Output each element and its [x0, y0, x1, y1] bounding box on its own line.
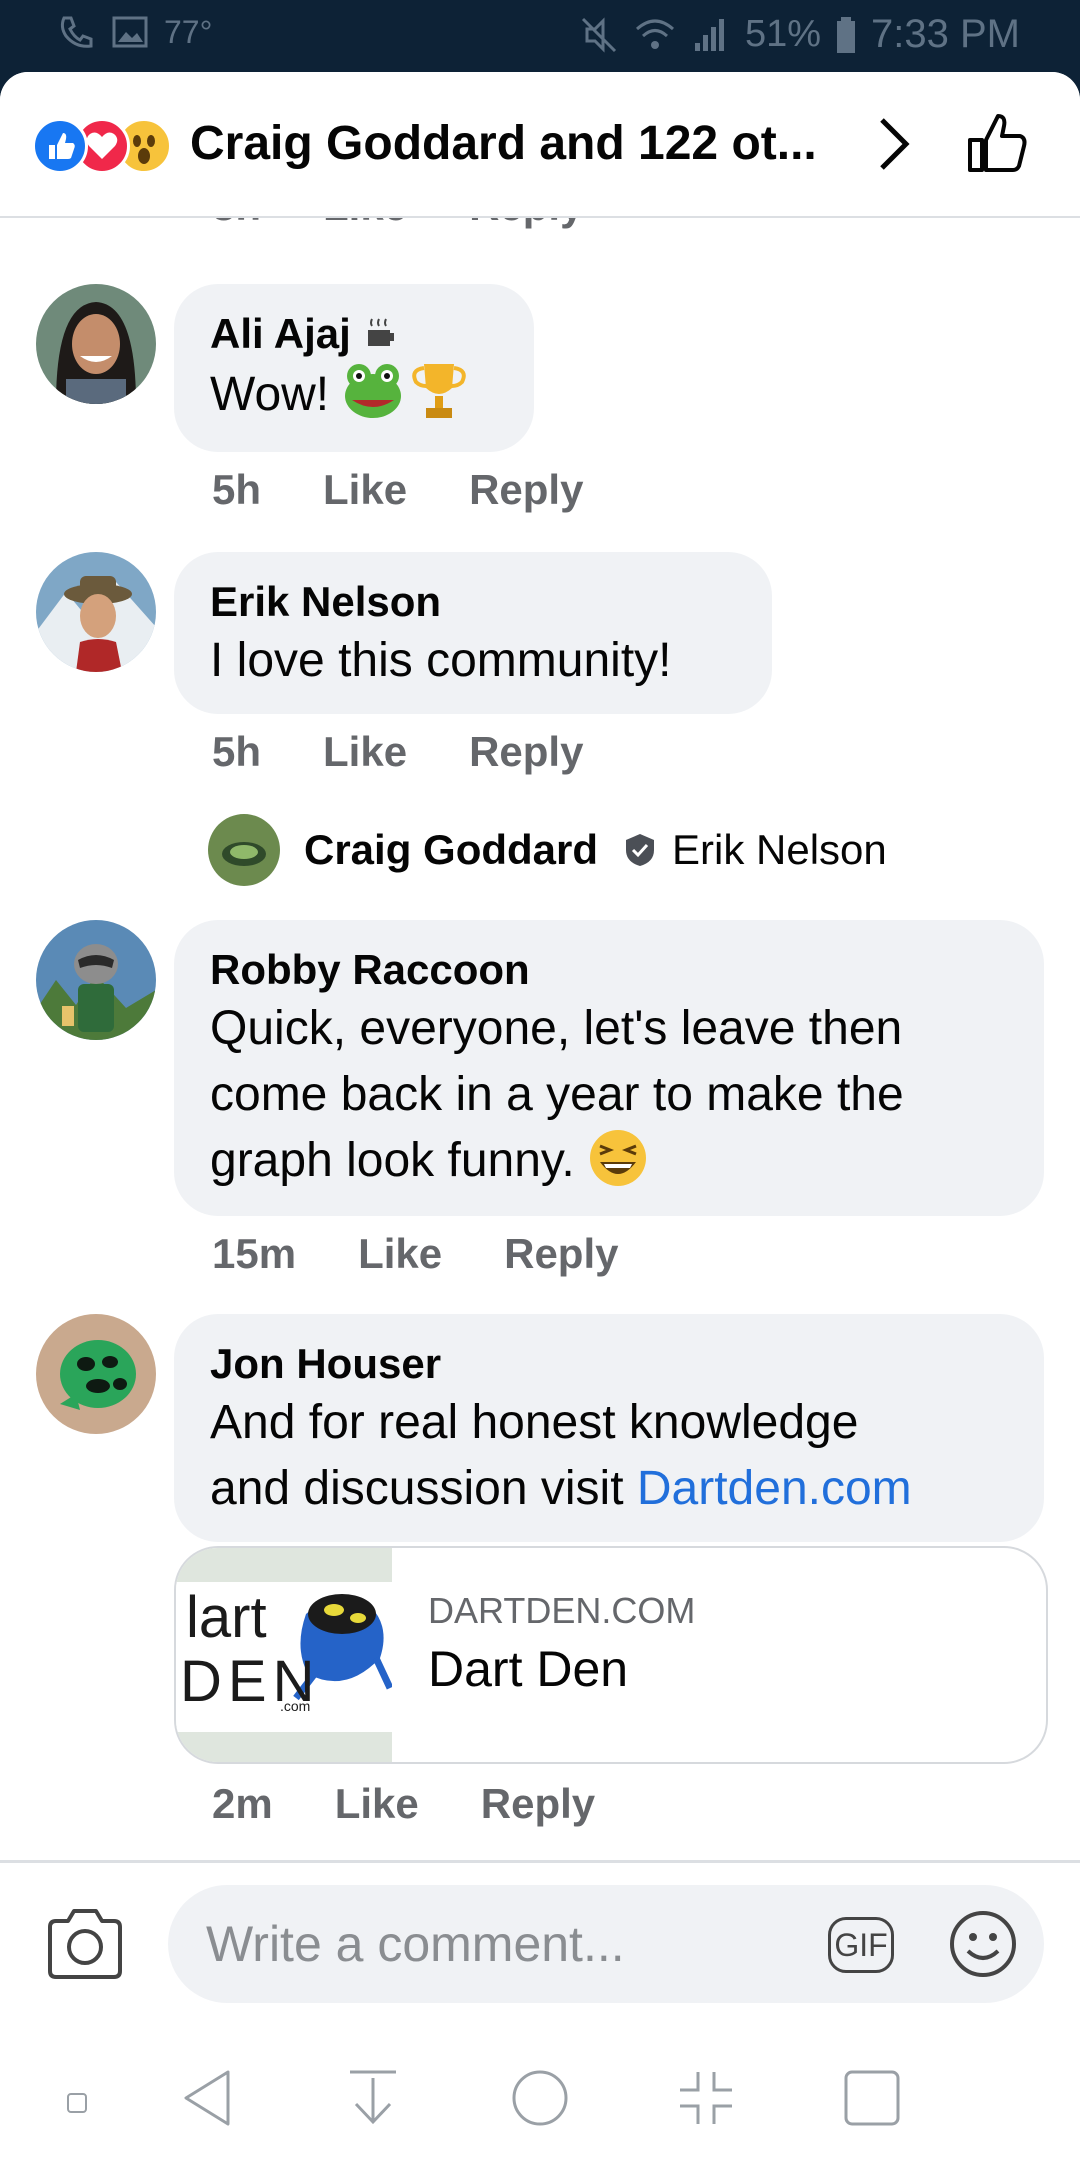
comment-actions: 5h Like Reply: [212, 728, 583, 776]
thumb-text-com: .com: [280, 1698, 311, 1714]
comment-actions: 15m Like Reply: [212, 1230, 618, 1278]
comment-time: 8h: [212, 218, 261, 230]
like-reaction-icon: [32, 118, 88, 174]
reply-target[interactable]: Erik Nelson: [672, 826, 887, 874]
gallery-icon: [112, 16, 148, 48]
signal-icon: [694, 18, 724, 51]
link-preview-card[interactable]: lart DEN .com DARTDEN.COM Dart Den: [174, 1546, 1048, 1764]
square-small-icon[interactable]: [66, 2092, 88, 2114]
link-thumbnail: lart DEN .com: [176, 1548, 394, 1762]
back-icon[interactable]: [180, 2068, 234, 2128]
reaction-summary[interactable]: [32, 118, 182, 174]
comment-time: 2m: [212, 1780, 273, 1827]
like-link[interactable]: Like: [335, 1780, 419, 1828]
temperature: 77°: [164, 13, 213, 50]
like-link[interactable]: Like: [323, 466, 407, 514]
thumb-text-top: lart: [186, 1585, 267, 1650]
comment-author[interactable]: Robby Raccoon: [210, 944, 1008, 996]
avatar[interactable]: [208, 814, 280, 886]
gif-button[interactable]: GIF: [828, 1917, 894, 1973]
avatar[interactable]: [36, 552, 156, 672]
home-icon[interactable]: [510, 2068, 570, 2128]
camera-icon[interactable]: [44, 1907, 126, 1981]
link-title[interactable]: Dart Den: [428, 1640, 628, 1698]
comment-input-placeholder: Write a comment...: [206, 1916, 625, 1972]
recents-icon[interactable]: [842, 2068, 902, 2128]
comment-input[interactable]: Write a comment... GIF: [168, 1885, 1044, 2003]
comment-bubble[interactable]: Ali Ajaj Wow!: [174, 284, 534, 452]
avatar[interactable]: [36, 284, 156, 404]
comments-list[interactable]: 8h Like Reply Ali Ajaj Wow: [0, 218, 1080, 1918]
split-screen-icon[interactable]: [676, 2068, 736, 2128]
avatar[interactable]: [36, 1314, 156, 1434]
reactions-summary-title[interactable]: Craig Goddard and 122 ot...: [190, 114, 850, 174]
chevron-right-icon[interactable]: [874, 114, 914, 174]
comment-author[interactable]: Erik Nelson: [210, 576, 736, 628]
comment-actions: 2m Like Reply: [212, 1780, 595, 1828]
clock: 7:33 PM: [871, 12, 1020, 56]
gif-label: GIF: [834, 1926, 888, 1963]
comments-sheet: Craig Goddard and 122 ot... 8h Like Repl…: [0, 72, 1080, 2160]
trophy-emoji: [412, 364, 467, 418]
comment-bubble[interactable]: Erik Nelson I love this community!: [174, 552, 772, 714]
comment-link[interactable]: Dartden.com: [637, 1462, 912, 1515]
like-link[interactable]: Like: [358, 1230, 442, 1278]
comment-time: 15m: [212, 1230, 297, 1277]
frog-emoji: [345, 364, 402, 418]
status-bar: 77° 51% 7:33 PM: [0, 0, 1080, 72]
comment-text: Quick, everyone, let's leave then come b…: [210, 1002, 904, 1187]
call-icon: [60, 16, 93, 48]
reply-link[interactable]: Reply: [469, 466, 583, 514]
wifi-icon: [635, 19, 674, 49]
reply-link[interactable]: Reply: [504, 1230, 618, 1278]
battery-icon: [837, 16, 856, 53]
comment-author[interactable]: Ali Ajaj: [210, 308, 498, 360]
like-thumb-icon[interactable]: [964, 110, 1030, 176]
comment-composer: Write a comment... GIF: [0, 1860, 1080, 2033]
comment-actions: 5h Like Reply: [212, 466, 583, 514]
reply-preview[interactable]: Craig Goddard Erik Nelson: [208, 814, 887, 886]
like-link[interactable]: Like: [323, 218, 407, 230]
comment-text: And for real honest knowledge and discus…: [210, 1396, 912, 1515]
download-icon[interactable]: [346, 2068, 400, 2128]
avatar[interactable]: [36, 920, 156, 1040]
comment-bubble[interactable]: Robby Raccoon Quick, everyone, let's lea…: [174, 920, 1044, 1216]
comment-time: 5h: [212, 466, 262, 513]
verified-shield-icon: [626, 834, 655, 866]
link-domain: DARTDEN.COM: [428, 1590, 696, 1631]
comment-text: I love this community!: [210, 634, 672, 687]
emoji-icon[interactable]: [948, 1909, 1018, 1979]
comment-author[interactable]: Jon Houser: [210, 1338, 1008, 1390]
android-nav-bar: [0, 2032, 1080, 2160]
reply-author[interactable]: Craig Goddard: [304, 826, 598, 874]
reply-link[interactable]: Reply: [481, 1780, 595, 1828]
coffee-icon: [368, 318, 395, 346]
comment-text: Wow!: [210, 360, 498, 428]
laughing-emoji: [590, 1130, 647, 1186]
comment-time: 5h: [212, 728, 262, 775]
reply-link[interactable]: Reply: [469, 728, 583, 776]
battery-percent: 51%: [744, 13, 822, 55]
like-link[interactable]: Like: [323, 728, 407, 776]
reply-link[interactable]: Reply: [469, 218, 583, 230]
reactions-header[interactable]: Craig Goddard and 122 ot...: [0, 72, 1080, 218]
mute-icon: [581, 16, 617, 53]
comment-actions: 8h Like Reply: [212, 218, 583, 230]
comment-bubble[interactable]: Jon Houser And for real honest knowledge…: [174, 1314, 1044, 1542]
